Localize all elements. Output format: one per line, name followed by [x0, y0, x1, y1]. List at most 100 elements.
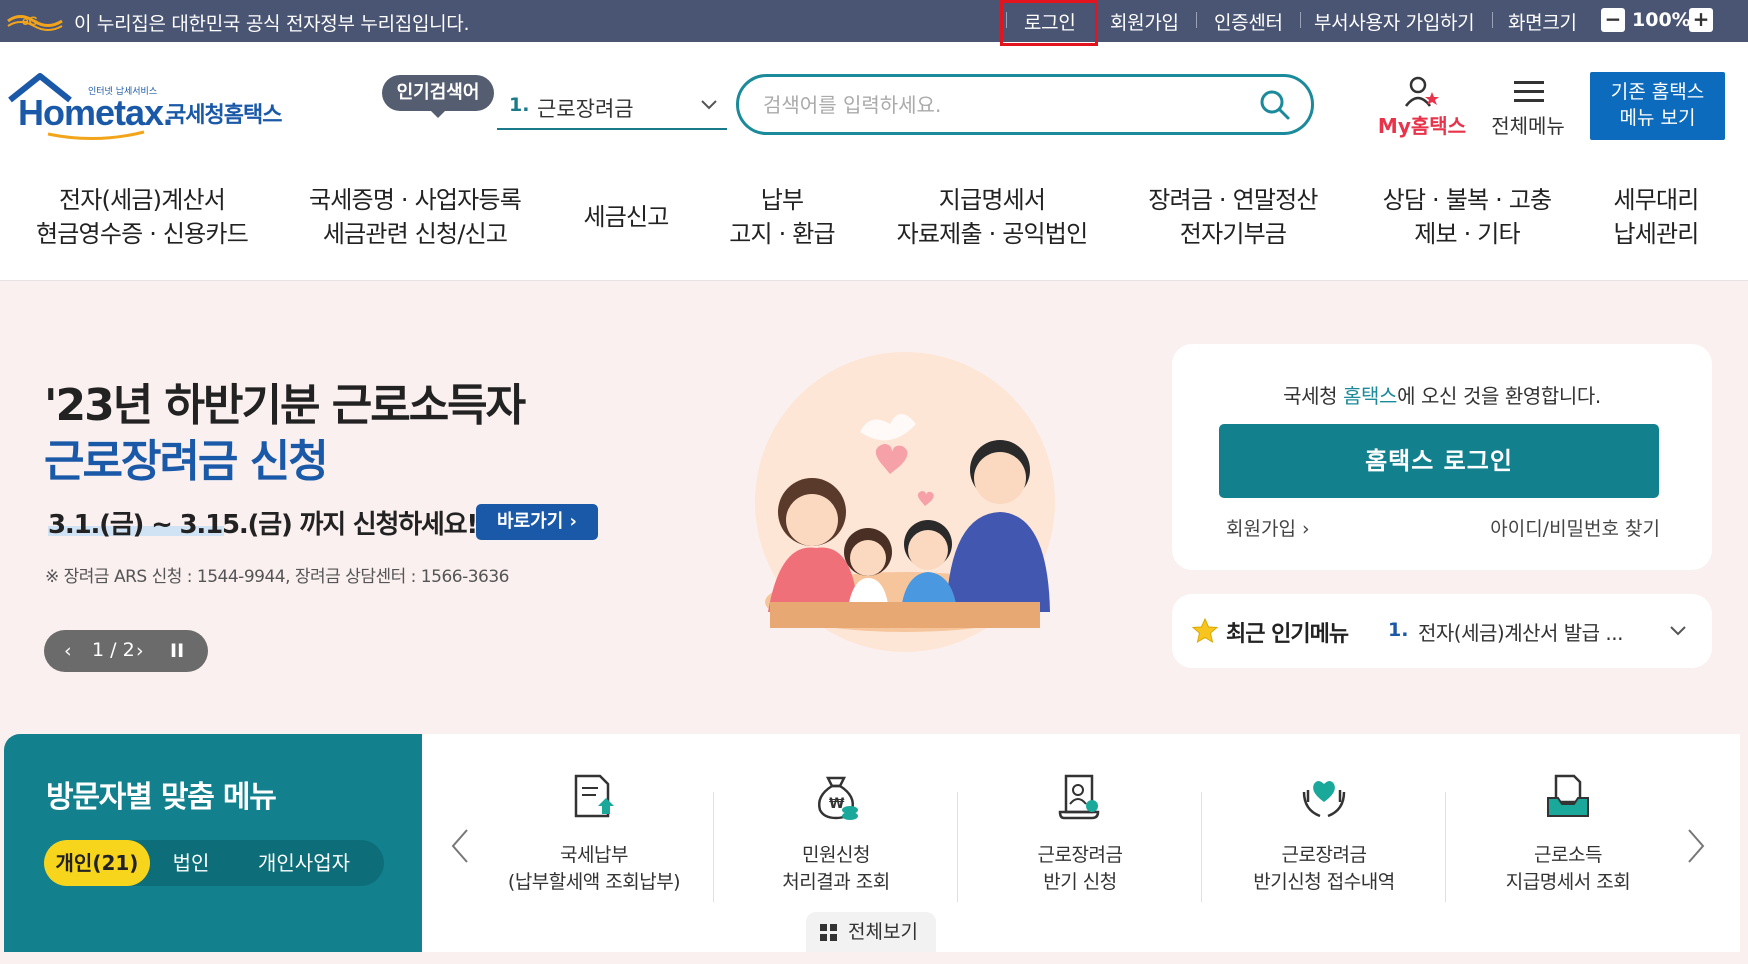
gnb-line1: 세무대리: [1613, 186, 1699, 214]
quick-menu-item[interactable]: 근로소득지급명세서 조회: [1446, 766, 1690, 906]
login-highlight-box: [1000, 0, 1098, 46]
pager-next-button[interactable]: ›: [136, 640, 144, 662]
find-id-password-link[interactable]: 아이디/비밀번호 찾기: [1490, 514, 1660, 541]
tab-sole-proprietor[interactable]: 개인사업자: [230, 840, 378, 886]
chevron-down-icon: [1670, 626, 1686, 636]
go-button[interactable]: 바로가기 ›: [476, 504, 598, 540]
pager-prev-button[interactable]: ‹: [64, 640, 72, 662]
quick-menu-label: 근로장려금반기 신청: [958, 842, 1202, 896]
search-input[interactable]: [763, 87, 1243, 123]
signup-link[interactable]: 회원가입: [1110, 8, 1179, 35]
hero-title-line1: '23년 하반기분 근로소득자: [44, 380, 526, 431]
chevron-down-icon: [701, 100, 717, 110]
label-line2: 반기신청 접수내역: [1253, 871, 1395, 893]
welcome-post: 에 오신 것을 환영합니다.: [1397, 384, 1601, 408]
egov-logo: eG: [7, 14, 63, 31]
user-star-icon: [1405, 76, 1439, 107]
gnb-line1: 납부: [760, 186, 804, 214]
quick-menu-item[interactable]: 근로장려금반기 신청: [958, 766, 1202, 906]
popular-rank: 1.: [509, 94, 530, 116]
gnb-certificates[interactable]: 국세증명 · 사업자등록 세금관련 신청/신고: [292, 183, 538, 251]
popular-search-badge: 인기검색어: [382, 75, 494, 118]
gnb-line1: 세금신고: [583, 203, 669, 231]
banner-pager: ‹ 1 / 2 › II: [44, 630, 208, 672]
pager-count: 1 / 2: [92, 639, 135, 661]
gnb-line1: 국세증명 · 사업자등록: [308, 186, 522, 214]
my-hometax-button[interactable]: My홈택스: [1374, 76, 1470, 140]
grid-icon: [820, 924, 837, 941]
label-line1: 국세납부: [560, 844, 628, 866]
recent-menu-rank: 1.: [1388, 619, 1409, 641]
gnb-line2: 제보 · 기타: [1414, 220, 1520, 248]
zoom-value: 100%: [1632, 9, 1691, 31]
util-separator: [1492, 12, 1493, 28]
legacy-line1: 기존 홈택스: [1610, 81, 1705, 103]
gnb-line2: 고지 · 환급: [729, 220, 835, 248]
gnb-e-invoice[interactable]: 전자(세금)계산서 현금영수증 · 신용카드: [22, 183, 262, 251]
view-all-button[interactable]: 전체보기: [806, 912, 936, 952]
gnb-incentive[interactable]: 장려금 · 연말정산 전자기부금: [1130, 183, 1336, 251]
welcome-accent: 홈택스: [1343, 384, 1398, 408]
label-line2: 처리결과 조회: [782, 871, 890, 893]
gnb-line1: 전자(세금)계산서: [58, 186, 226, 214]
hero-title-line2: 근로장려금 신청: [44, 436, 329, 487]
hamburger-icon: [1514, 81, 1544, 102]
gnb-line1: 상담 · 불복 · 고충: [1382, 186, 1552, 214]
legacy-menu-button[interactable]: 기존 홈택스 메뉴 보기: [1590, 72, 1725, 140]
gnb-payment-statement[interactable]: 지급명세서 자료제출 · 공익법인: [882, 183, 1102, 251]
join-link[interactable]: 회원가입 ›: [1226, 514, 1310, 541]
visitor-menu-title: 방문자별 맞춤 메뉴: [46, 780, 277, 815]
util-separator: [1300, 12, 1301, 28]
gov-notice-bar: eG 이 누리집은 대한민국 공식 전자정부 누리집입니다.: [0, 0, 1748, 42]
chevron-left-icon[interactable]: [450, 828, 470, 864]
gnb-consult[interactable]: 상담 · 불복 · 고충 제보 · 기타: [1362, 183, 1572, 251]
label-line2: 반기 신청: [1043, 871, 1117, 893]
heart-hands-icon: [1302, 781, 1346, 818]
quick-menu-item[interactable]: ₩ 민원신청처리결과 조회: [714, 766, 958, 906]
zoom-label: 화면크기: [1508, 12, 1577, 34]
recent-menu-item: 전자(세금)계산서 발급 ...: [1418, 621, 1624, 645]
login-card: 국세청 홈택스에 오신 것을 환영합니다. 홈택스 로그인 회원가입 › 아이디…: [1172, 344, 1712, 570]
gnb-payment[interactable]: 납부 고지 · 환급: [712, 183, 852, 251]
hometax-login-button[interactable]: 홈택스 로그인: [1219, 424, 1659, 498]
gnb-line1: 장려금 · 연말정산: [1148, 186, 1318, 214]
label-line1: 근로장려금: [1281, 844, 1367, 866]
view-all-label: 전체보기: [848, 921, 918, 943]
util-separator: [1196, 12, 1197, 28]
document-tray-icon: [1547, 774, 1589, 817]
logo-korean: 국세청홈택스: [166, 103, 282, 128]
gnb-tax-agent[interactable]: 세무대리 납세관리: [1596, 183, 1716, 251]
legacy-line2: 메뉴 보기: [1619, 107, 1696, 129]
cert-center-link[interactable]: 인증센터: [1214, 8, 1283, 35]
quick-menu-label: 근로장려금반기신청 접수내역: [1202, 842, 1446, 896]
quick-menu-item[interactable]: 국세납부 (납부할세액 조회납부): [472, 766, 716, 906]
gnb-line2: 현금영수증 · 신용카드: [35, 220, 249, 248]
label-line1: 근로소득: [1534, 844, 1602, 866]
quick-menu-label: 국세납부 (납부할세액 조회납부): [472, 842, 716, 896]
gnb-tax-filing[interactable]: 세금신고: [566, 200, 686, 234]
label-line2: 지급명세서 조회: [1505, 871, 1631, 893]
popular-search-select[interactable]: 1. 근로장려금: [497, 82, 727, 130]
recent-popular-menu[interactable]: 최근 인기메뉴 1. 전자(세금)계산서 발급 ...: [1172, 594, 1712, 668]
quick-menu-label: 민원신청처리결과 조회: [714, 842, 958, 896]
welcome-pre: 국세청: [1283, 384, 1344, 408]
hero-period: 3.1.(금) ~ 3.15.(금) 까지 신청하세요!: [48, 510, 478, 540]
search-icon[interactable]: [1259, 89, 1291, 121]
all-menu-button[interactable]: 전체메뉴: [1486, 76, 1570, 140]
label-line1: 민원신청: [802, 844, 870, 866]
gnb-line2: 납세관리: [1613, 220, 1699, 248]
hometax-logo[interactable]: 인터넷 납세서비스 Hometax. 국세청홈택스: [6, 72, 296, 142]
zoom-in-button[interactable]: +: [1689, 8, 1713, 32]
tab-corporation[interactable]: 법인: [156, 840, 226, 886]
visitor-menu-panel: 방문자별 맞춤 메뉴 개인(21) 법인 개인사업자: [4, 734, 422, 952]
tab-individual[interactable]: 개인(21): [44, 840, 150, 886]
hero-note: ※ 장려금 ARS 신청 : 1544-9944, 장려금 상담센터 : 156…: [45, 567, 509, 587]
money-bag-icon: ₩: [818, 776, 858, 820]
gnb-line2: 세금관련 신청/신고: [322, 220, 508, 248]
pager-pause-button[interactable]: II: [170, 640, 184, 662]
gov-notice-text: 이 누리집은 대한민국 공식 전자정부 누리집입니다.: [74, 13, 470, 35]
quick-menu-item[interactable]: 근로장려금반기신청 접수내역: [1202, 766, 1446, 906]
dept-signup-link[interactable]: 부서사용자 가입하기: [1314, 8, 1475, 35]
label-line1: 근로장려금: [1037, 844, 1123, 866]
zoom-out-button[interactable]: −: [1601, 8, 1625, 32]
